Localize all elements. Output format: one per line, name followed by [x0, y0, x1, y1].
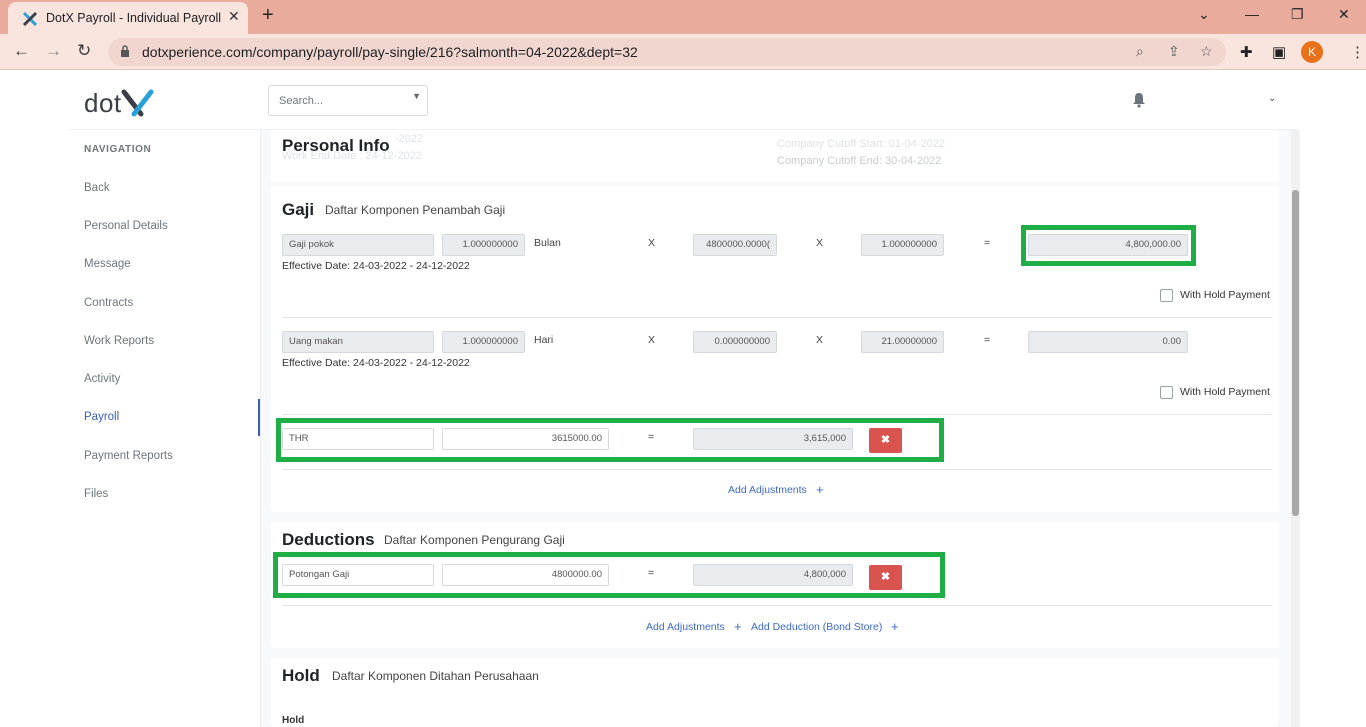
hold-payment-checkbox[interactable]	[1160, 289, 1173, 302]
new-tab-icon[interactable]: +	[262, 4, 274, 27]
tab-title: DotX Payroll - Individual Payroll	[46, 11, 222, 25]
share-icon[interactable]: ⇪	[1168, 43, 1180, 60]
sidebar-icon[interactable]: ▣	[1272, 43, 1286, 61]
tab-search-icon[interactable]: ⌄	[1198, 6, 1210, 23]
hold-payment-label: With Hold Payment	[1180, 289, 1270, 301]
hold-payment-label: With Hold Payment	[1180, 386, 1270, 398]
bell-icon[interactable]	[1132, 92, 1146, 108]
deductions-subtitle: Daftar Komponen Pengurang Gaji	[384, 533, 565, 547]
multiply-operator: X	[648, 334, 656, 346]
row-divider	[282, 469, 1272, 470]
sidebar-item-payroll[interactable]: Payroll	[84, 411, 119, 423]
add-adjustments-link[interactable]: Add Adjustments	[646, 621, 725, 633]
sidebar-item-contracts[interactable]: Contracts	[84, 297, 133, 309]
extensions-icon[interactable]: ✚	[1240, 43, 1253, 61]
multiply-operator: X	[816, 237, 824, 249]
plus-icon[interactable]: +	[816, 482, 824, 497]
forward-icon[interactable]: →	[45, 41, 62, 61]
sidebar-item-personal-details[interactable]: Personal Details	[84, 220, 168, 232]
deductions-title: Deductions	[282, 530, 375, 549]
scrollbar-thumb[interactable]	[1292, 190, 1299, 516]
sidebar-item-files[interactable]: Files	[84, 488, 108, 500]
sidebar-item-activity[interactable]: Activity	[84, 373, 120, 385]
browser-tab[interactable]: DotX Payroll - Individual Payroll ✕	[8, 2, 248, 34]
cutoff-end-text: Company Cutoff End: 30-04-2022	[777, 155, 942, 167]
work-start-ghost: -2022	[395, 133, 424, 145]
browser-toolbar: ← → ↻ dotxperience.com/company/payroll/p…	[0, 34, 1366, 70]
highlight-thr-row	[276, 418, 944, 462]
sidebar-title: NAVIGATION	[84, 144, 152, 155]
multiply-operator: X	[816, 334, 824, 346]
total-field: 0.00	[1028, 331, 1188, 353]
hold-payment-checkbox[interactable]	[1160, 386, 1173, 399]
rate-field[interactable]: 4800000.0000(	[693, 234, 777, 256]
rate-field[interactable]: 0.000000000	[693, 331, 777, 353]
hold-title: Hold	[282, 666, 320, 685]
back-icon[interactable]: ←	[13, 41, 30, 61]
gaji-subtitle: Daftar Komponen Penambah Gaji	[325, 203, 506, 217]
search-placeholder: Search...	[279, 95, 324, 107]
personal-info-title: Personal Info	[282, 136, 390, 155]
component-name-field[interactable]: Gaji pokok	[282, 234, 434, 256]
hold-label: Hold	[282, 715, 305, 726]
sidebar-item-work-reports[interactable]: Work Reports	[84, 335, 154, 347]
highlight-gaji-total	[1021, 225, 1196, 266]
personal-info-card: -2022 Work End Date : 24-12-2022 Company…	[271, 130, 1279, 182]
dotx-favicon-icon	[22, 11, 38, 27]
search-input[interactable]: Search... ▼	[268, 85, 428, 116]
effective-date: Effective Date: 24-03-2022 - 24-12-2022	[282, 260, 470, 272]
plus-icon[interactable]: +	[734, 619, 742, 634]
factor-field[interactable]: 1.000000000	[861, 234, 944, 256]
app-logo[interactable]: dot	[84, 88, 122, 119]
profile-avatar[interactable]: K	[1301, 41, 1323, 63]
logo-x-icon	[121, 89, 154, 117]
qty-field[interactable]: 1.000000000	[442, 234, 525, 256]
unit-label: Hari	[534, 334, 554, 346]
restore-icon[interactable]: ❐	[1291, 6, 1304, 23]
lock-icon	[121, 45, 129, 57]
plus-icon[interactable]: +	[891, 619, 899, 634]
chevron-down-icon: ▼	[412, 91, 421, 101]
component-name-field[interactable]: Uang makan	[282, 331, 434, 353]
browser-tabbar: DotX Payroll - Individual Payroll ✕ + ⌄ …	[0, 0, 1366, 34]
hold-subtitle: Daftar Komponen Ditahan Perusahaan	[332, 669, 539, 683]
sidebar-item-payment-reports[interactable]: Payment Reports	[84, 450, 173, 462]
url-text: dotxperience.com/company/payroll/pay-sin…	[142, 44, 638, 60]
row-divider	[282, 414, 1272, 415]
highlight-deduction-row	[273, 552, 945, 598]
tab-close-icon[interactable]: ✕	[228, 8, 240, 25]
hold-card: Hold Daftar Komponen Ditahan Perusahaan …	[271, 658, 1279, 727]
zoom-icon[interactable]: ⌕	[1136, 43, 1144, 60]
gaji-title: Gaji	[282, 200, 315, 219]
qty-field[interactable]: 1.000000000	[442, 331, 525, 353]
add-adjustments-link[interactable]: Add Adjustments	[728, 484, 807, 496]
user-menu-chevron-icon[interactable]: ⌄	[1268, 93, 1276, 104]
multiply-operator: X	[648, 237, 656, 249]
sidebar-item-message[interactable]: Message	[84, 258, 131, 270]
reload-icon[interactable]: ↻	[77, 41, 91, 61]
row-divider	[282, 605, 1272, 606]
effective-date: Effective Date: 24-03-2022 - 24-12-2022	[282, 357, 470, 369]
unit-label: Bulan	[534, 237, 561, 249]
row-divider	[282, 317, 1272, 318]
factor-field[interactable]: 21.00000000	[861, 331, 944, 353]
close-window-icon[interactable]: ✕	[1338, 6, 1350, 23]
add-deduction-link[interactable]: Add Deduction (Bond Store)	[751, 621, 882, 633]
equals-operator: =	[984, 334, 991, 346]
star-icon[interactable]: ☆	[1200, 43, 1213, 60]
cutoff-start-ghost: Company Cutoff Start: 01-04-2022	[777, 138, 945, 150]
address-bar[interactable]: dotxperience.com/company/payroll/pay-sin…	[108, 38, 1226, 66]
equals-operator: =	[984, 237, 991, 249]
menu-icon[interactable]: ⋮	[1350, 43, 1365, 61]
sidebar-item-back[interactable]: Back	[84, 182, 110, 194]
minimize-icon[interactable]: —	[1245, 6, 1259, 22]
